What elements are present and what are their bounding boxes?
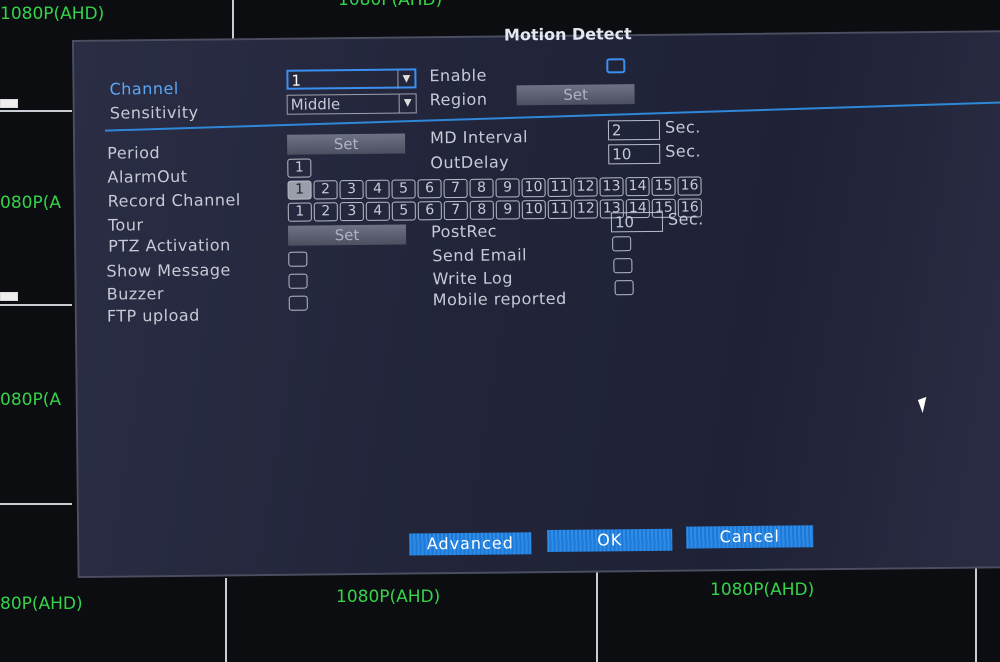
record-channel-channel[interactable]: 2 — [313, 180, 338, 200]
tour-label: Tour — [107, 215, 144, 235]
write-log-label: Write Log — [432, 268, 514, 289]
record-channel-channel[interactable]: 9 — [495, 178, 520, 198]
postrec-unit: Sec. — [667, 209, 704, 229]
chevron-down-icon: ▼ — [397, 70, 415, 89]
md-interval-input[interactable]: 2 — [607, 119, 661, 141]
mobile-reported-label: Mobile reported — [432, 288, 567, 310]
sensitivity-label: Sensitivity — [109, 102, 199, 123]
postrec-label: PostRec — [430, 221, 498, 242]
record-channel-channel[interactable]: 10 — [521, 178, 546, 198]
tour-channel[interactable]: 12 — [573, 199, 598, 219]
period-set-button[interactable]: Set — [287, 133, 406, 155]
region-set-button[interactable]: Set — [516, 84, 635, 106]
channel-value: 1 — [291, 71, 302, 90]
sensitivity-value: Middle — [290, 95, 341, 114]
record-channel-channel[interactable]: 12 — [573, 177, 598, 197]
record-channel-channel[interactable]: 3 — [339, 179, 364, 200]
tour-channel[interactable]: 9 — [495, 200, 520, 220]
tour-channel[interactable]: 8 — [469, 200, 494, 220]
send-email-label: Send Email — [432, 245, 528, 266]
camera-label: 1080P(AHD) — [0, 4, 105, 24]
grid-line — [596, 572, 598, 662]
ftp-upload-label: FTP upload — [106, 305, 200, 326]
tour-channel[interactable]: 1 — [287, 202, 312, 222]
region-label: Region — [429, 89, 488, 110]
tour-channel[interactable]: 3 — [339, 201, 364, 222]
camera-label: 1080P(AHD) — [336, 587, 441, 607]
channel-label: Channel — [109, 78, 179, 99]
record-channel-channel[interactable]: 15 — [651, 176, 676, 196]
ftp-upload-checkbox[interactable] — [288, 295, 308, 311]
grid-line — [232, 0, 234, 40]
alarmout-label: AlarmOut — [107, 166, 188, 187]
camera-tag — [0, 99, 18, 108]
camera-label: 080P(A — [0, 390, 61, 410]
record-channel-channel[interactable]: 6 — [417, 179, 442, 199]
buzzer-label: Buzzer — [106, 284, 165, 304]
record-channel-channel[interactable]: 1 — [287, 180, 312, 200]
record-channel-list: 1 2 3 4 5 6 7 8 9 10 11 12 13 14 15 16 — [287, 176, 702, 200]
enable-checkbox[interactable] — [606, 58, 626, 74]
camera-label: 1080P(AHD) — [338, 0, 443, 10]
tour-channel[interactable]: 6 — [417, 201, 442, 221]
camera-label: 80P(AHD) — [0, 594, 83, 614]
chevron-down-icon: ▼ — [398, 94, 416, 113]
md-interval-label: MD Interval — [429, 127, 529, 148]
camera-label: 080P(A — [0, 193, 61, 213]
sensitivity-select[interactable]: Middle ▼ — [286, 93, 417, 115]
alarmout-channel[interactable]: 1 — [287, 158, 312, 178]
record-channel-channel[interactable]: 8 — [469, 178, 494, 198]
ok-button[interactable]: OK — [547, 528, 673, 553]
postrec-input[interactable]: 10 — [610, 211, 664, 233]
record-channel-channel[interactable]: 16 — [677, 176, 702, 196]
dialog-title: Motion Detect — [503, 24, 632, 45]
record-channel-channel[interactable]: 14 — [625, 176, 650, 197]
show-message-label: Show Message — [106, 260, 231, 281]
period-label: Period — [107, 143, 161, 163]
outdelay-input[interactable]: 10 — [608, 143, 661, 165]
write-log-checkbox[interactable] — [613, 258, 633, 274]
grid-line — [975, 562, 977, 662]
md-interval-unit: Sec. — [664, 117, 701, 137]
tour-channel[interactable]: 11 — [547, 199, 572, 220]
channel-select[interactable]: 1 ▼ — [286, 68, 417, 90]
cancel-button[interactable]: Cancel — [686, 525, 814, 549]
grid-line — [0, 503, 72, 505]
ptz-set-button[interactable]: Set — [287, 224, 407, 246]
record-channel-channel[interactable]: 4 — [365, 179, 390, 199]
ptz-activation-label: PTZ Activation — [108, 235, 231, 256]
mobile-reported-checkbox[interactable] — [614, 280, 634, 296]
buzzer-checkbox[interactable] — [288, 273, 308, 289]
record-channel-channel[interactable]: 13 — [599, 177, 624, 197]
record-channel-channel[interactable]: 7 — [443, 178, 468, 199]
grid-line — [0, 110, 72, 112]
record-channel-label: Record Channel — [107, 190, 241, 211]
record-channel-channel[interactable]: 11 — [547, 177, 572, 198]
outdelay-label: OutDelay — [430, 152, 510, 173]
tour-channel[interactable]: 5 — [391, 201, 416, 221]
enable-label: Enable — [429, 65, 487, 86]
grid-line — [0, 304, 72, 306]
advanced-button[interactable]: Advanced — [409, 532, 532, 556]
tour-channel[interactable]: 10 — [521, 200, 546, 220]
tour-channel[interactable]: 4 — [365, 201, 390, 221]
grid-line — [225, 578, 227, 662]
motion-detect-dialog: Motion Detect Channel 1 ▼ Sensitivity Mid… — [72, 24, 1000, 578]
send-email-checkbox[interactable] — [612, 236, 632, 252]
tour-channel[interactable]: 7 — [443, 200, 468, 221]
show-message-checkbox[interactable] — [288, 251, 308, 267]
tour-channel[interactable]: 2 — [313, 202, 338, 222]
camera-tag — [0, 292, 18, 301]
camera-label: 1080P(AHD) — [710, 580, 815, 600]
outdelay-unit: Sec. — [665, 141, 702, 161]
record-channel-channel[interactable]: 5 — [391, 179, 416, 199]
